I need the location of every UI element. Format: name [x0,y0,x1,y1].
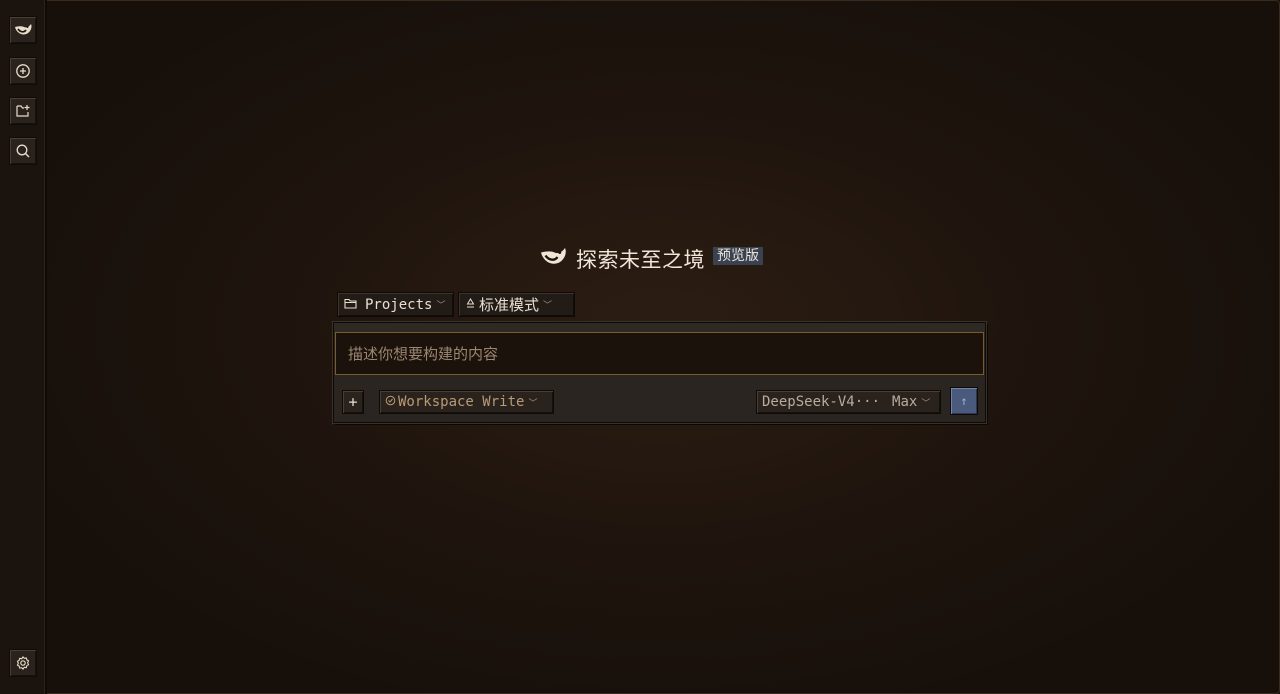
logo-button[interactable] [9,16,37,44]
new-chat-icon [15,63,31,79]
arrow-up-icon: ↑ [960,394,968,408]
model-dropdown[interactable]: DeepSeek-V4··· Max ﹀ [756,390,941,414]
search-icon [15,143,31,159]
logo-icon [13,22,33,38]
plus-icon: + [348,393,358,411]
hero-heading: 探索未至之境 预览版 [538,244,763,274]
permission-label: Workspace Write [398,394,525,410]
chevron-down-icon: ﹀ [543,301,553,311]
model-label: DeepSeek-V4··· [762,394,881,410]
composer-top-bar [334,323,985,332]
new-project-button[interactable] [9,97,37,125]
settings-icon [15,655,31,671]
mode-label: 标准模式 [479,296,540,314]
mode-dropdown[interactable]: 标准模式 ﹀ [458,292,575,317]
effort-label: Max [892,394,918,410]
page-title: 探索未至之境 [576,248,705,272]
prompt-input[interactable] [335,332,984,375]
shield-icon [385,394,396,410]
folder-icon [344,297,357,313]
add-attachment-button[interactable]: + [342,390,364,414]
whale-logo-icon [538,245,568,273]
chevron-down-icon: ﹀ [921,398,931,409]
preview-badge: 预览版 [713,247,763,265]
new-project-icon [15,103,31,119]
recycle-icon [465,297,476,313]
sidebar [0,0,47,694]
new-chat-button[interactable] [9,57,37,85]
search-button[interactable] [9,137,37,165]
projects-label: Projects [365,296,433,313]
send-button[interactable]: ↑ [950,387,978,415]
projects-dropdown[interactable]: Projects ﹀ [337,292,454,317]
permission-dropdown[interactable]: Workspace Write ﹀ [379,390,554,414]
chevron-down-icon: ﹀ [436,301,446,311]
settings-button[interactable] [9,649,37,677]
chevron-down-icon: ﹀ [528,398,538,409]
composer: + Workspace Write ﹀ DeepSeek-V4··· Max ﹀… [333,322,986,423]
